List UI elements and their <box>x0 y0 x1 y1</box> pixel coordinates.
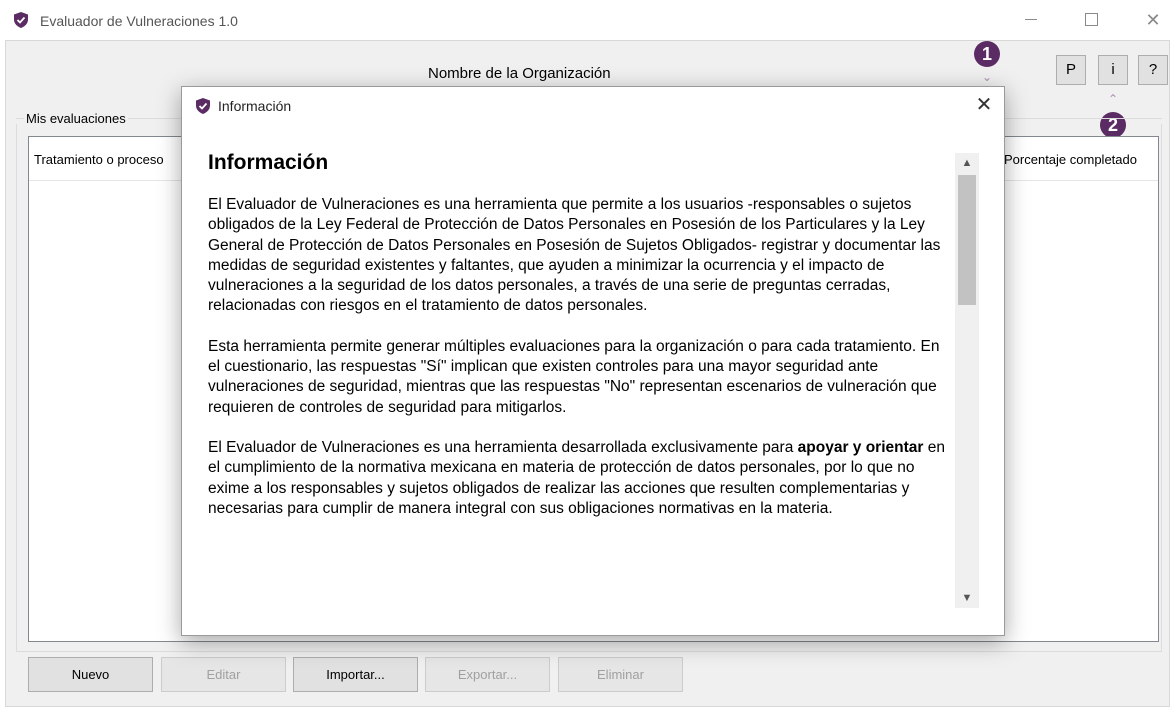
help-button[interactable]: ? <box>1138 55 1168 85</box>
column-header-treatment[interactable]: Tratamiento o proceso <box>34 152 164 167</box>
dialog-paragraph: El Evaluador de Vulneraciones es una her… <box>208 438 948 519</box>
edit-button[interactable]: Editar <box>161 657 286 692</box>
vertical-scrollbar[interactable]: ▲ ▼ <box>955 153 979 608</box>
close-window-button[interactable]: ✕ <box>1138 8 1168 32</box>
info-button[interactable]: i <box>1098 55 1128 85</box>
p-button[interactable]: P <box>1056 55 1086 85</box>
minimize-button[interactable] <box>1016 8 1046 32</box>
dialog-paragraph: Esta herramienta permite generar múltipl… <box>208 337 940 416</box>
scroll-thumb[interactable] <box>958 175 976 305</box>
scroll-up-icon[interactable]: ▲ <box>955 153 979 173</box>
maximize-icon <box>1084 13 1098 27</box>
evaluations-group-label: Mis evaluaciones <box>24 111 128 126</box>
scroll-down-icon[interactable]: ▼ <box>955 588 979 608</box>
dialog-paragraph: El Evaluador de Vulneraciones es una her… <box>208 196 941 315</box>
bold-text: apoyar y orientar <box>797 438 924 456</box>
dialog-title: Información <box>218 98 292 114</box>
info-dialog: Información ✕ Información El Evaluador d… <box>181 86 1005 636</box>
dialog-close-button[interactable]: ✕ <box>972 93 996 117</box>
shield-check-icon <box>196 98 210 114</box>
column-header-percentage[interactable]: Porcentaje completado <box>1004 152 1137 167</box>
organization-name: Nombre de la Organización <box>428 65 611 82</box>
window-titlebar: Evaluador de Vulneraciones 1.0 ✕ <box>0 0 1175 40</box>
paragraph-text: El Evaluador de Vulneraciones es una her… <box>208 438 798 456</box>
dialog-content[interactable]: Información El Evaluador de Vulneracione… <box>208 151 948 611</box>
annotation-badge-1: 1 <box>974 41 1000 67</box>
chevron-down-icon: ⌄ <box>981 70 993 84</box>
shield-check-icon <box>14 12 28 28</box>
delete-button[interactable]: Eliminar <box>558 657 683 692</box>
export-button[interactable]: Exportar... <box>425 657 550 692</box>
maximize-button[interactable] <box>1076 8 1106 32</box>
window-title: Evaluador de Vulneraciones 1.0 <box>40 13 238 29</box>
minimize-icon <box>1025 19 1037 21</box>
chevron-up-icon: ⌃ <box>1107 92 1119 106</box>
new-button[interactable]: Nuevo <box>28 657 153 692</box>
dialog-heading: Información <box>208 151 329 174</box>
import-button[interactable]: Importar... <box>293 657 418 692</box>
